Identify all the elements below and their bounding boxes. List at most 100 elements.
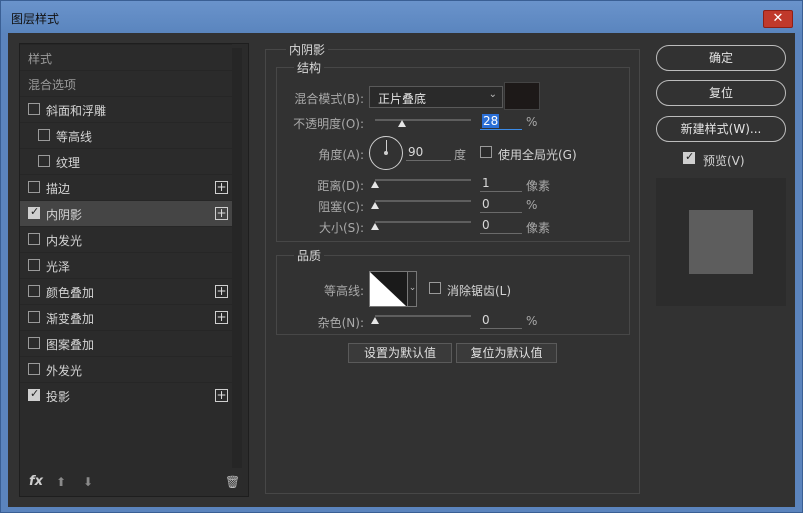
contour-preview (370, 272, 406, 306)
anti-alias-checkbox[interactable] (429, 282, 441, 294)
distance-unit: 像素 (526, 179, 551, 193)
style-item-checkbox[interactable] (28, 233, 40, 245)
blend-mode-value: 正片叠底 (378, 92, 427, 106)
title-bar[interactable]: 图层样式 ✕ (1, 1, 802, 33)
move-up-icon[interactable]: ⬆ (56, 475, 66, 489)
noise-slider[interactable] (375, 315, 471, 317)
opacity-label: 不透明度(O): (293, 117, 364, 131)
style-item[interactable]: 斜面和浮雕 (20, 96, 232, 122)
opacity-slider-thumb[interactable] (397, 120, 406, 127)
style-item[interactable]: 内阴影 + (20, 200, 232, 226)
size-label: 大小(S): (318, 221, 364, 235)
add-effect-icon[interactable]: + (215, 181, 228, 194)
fx-menu-button[interactable]: fx (29, 474, 43, 489)
contour-label: 等高线: (323, 284, 364, 298)
angle-label: 角度(A): (318, 148, 364, 162)
reset-button[interactable]: 复位 (656, 80, 786, 106)
choke-input[interactable]: 0 (480, 197, 522, 213)
layer-style-dialog: 图层样式 ✕ 样式混合选项斜面和浮雕等高线纹理描边 + 内阴影 + 内发光光泽颜色叠加 +… (0, 0, 803, 513)
style-item-checkbox[interactable] (38, 155, 50, 167)
dialog-body: 样式混合选项斜面和浮雕等高线纹理描边 + 内阴影 + 内发光光泽颜色叠加 + 渐变叠加 + 图案… (8, 33, 795, 507)
style-item-checkbox[interactable] (28, 387, 40, 401)
shadow-color-swatch[interactable] (504, 82, 540, 110)
opacity-slider[interactable] (375, 119, 471, 121)
style-item[interactable]: 样式 (20, 44, 232, 70)
choke-label: 阻塞(C): (318, 200, 364, 214)
style-item-label: 斜面和浮雕 (46, 104, 107, 118)
style-item-checkbox[interactable] (28, 285, 40, 297)
style-item[interactable]: 纹理 (20, 148, 232, 174)
style-item-checkbox[interactable] (28, 363, 40, 375)
style-item-label: 光泽 (46, 260, 71, 274)
blend-mode-select[interactable]: 正片叠底 ⌄ (369, 86, 503, 108)
style-item[interactable]: 混合选项 (20, 70, 232, 96)
size-slider-thumb[interactable] (371, 223, 379, 230)
distance-slider[interactable] (375, 179, 471, 181)
new-style-button[interactable]: 新建样式(W)... (656, 116, 786, 142)
noise-slider-thumb[interactable] (371, 317, 379, 324)
style-item[interactable]: 描边 + (20, 174, 232, 200)
distance-slider-thumb[interactable] (371, 181, 379, 188)
global-light-label: 使用全局光(G) (498, 148, 577, 162)
style-preview (656, 178, 786, 306)
angle-dial[interactable] (369, 136, 403, 170)
add-effect-icon[interactable]: + (215, 311, 228, 324)
style-item-checkbox[interactable] (28, 205, 40, 219)
noise-input[interactable]: 0 (480, 313, 522, 329)
style-item-checkbox[interactable] (38, 129, 50, 141)
chevron-down-icon: ⌄ (488, 89, 497, 100)
global-light-checkbox[interactable] (480, 146, 492, 158)
size-slider[interactable] (375, 221, 471, 223)
distance-label: 距离(D): (317, 179, 364, 193)
styles-list-panel: 样式混合选项斜面和浮雕等高线纹理描边 + 内阴影 + 内发光光泽颜色叠加 + 渐变叠加 + 图案… (19, 43, 249, 497)
style-item-checkbox[interactable] (28, 337, 40, 349)
close-button[interactable]: ✕ (763, 10, 793, 28)
style-item-checkbox[interactable] (28, 259, 40, 271)
style-item-label: 投影 (46, 390, 71, 404)
noise-unit: % (526, 314, 538, 328)
style-item-label: 图案叠加 (46, 338, 95, 352)
styles-scrollbar[interactable] (232, 48, 242, 468)
anti-alias-label: 消除锯齿(L) (447, 284, 512, 298)
style-item[interactable]: 颜色叠加 + (20, 278, 232, 304)
angle-input[interactable]: 90 (406, 145, 451, 161)
style-item-label: 内阴影 (46, 208, 83, 222)
choke-slider[interactable] (375, 200, 471, 202)
preview-checkbox[interactable] (683, 150, 695, 164)
style-item-label: 颜色叠加 (46, 286, 95, 300)
add-effect-icon[interactable]: + (215, 285, 228, 298)
style-item-checkbox[interactable] (28, 311, 40, 323)
style-item-label: 混合选项 (28, 78, 77, 92)
add-effect-icon[interactable]: + (215, 207, 228, 220)
contour-picker[interactable]: ⌄ (369, 271, 417, 307)
make-default-button[interactable]: 设置为默认值 (348, 343, 452, 363)
opacity-input[interactable]: 28 (480, 114, 522, 130)
size-input[interactable]: 0 (480, 218, 522, 234)
angle-unit: 度 (454, 148, 467, 162)
structure-title: 结构 (294, 59, 325, 76)
delete-effect-icon[interactable]: 🗑 (225, 475, 240, 489)
style-item-label: 内发光 (46, 234, 83, 248)
style-item-checkbox[interactable] (28, 103, 40, 115)
style-item[interactable]: 投影 + (20, 382, 232, 408)
style-item-checkbox[interactable] (28, 181, 40, 193)
style-item[interactable]: 等高线 (20, 122, 232, 148)
style-item-label: 渐变叠加 (46, 312, 95, 326)
style-item[interactable]: 图案叠加 (20, 330, 232, 356)
quality-title: 品质 (294, 247, 325, 264)
distance-input[interactable]: 1 (480, 176, 522, 192)
style-item[interactable]: 渐变叠加 + (20, 304, 232, 330)
style-item[interactable]: 外发光 (20, 356, 232, 382)
style-item-label: 样式 (28, 52, 53, 66)
ok-button[interactable]: 确定 (656, 45, 786, 71)
size-unit: 像素 (526, 221, 551, 235)
choke-slider-thumb[interactable] (371, 202, 379, 209)
style-item[interactable]: 内发光 (20, 226, 232, 252)
style-item-label: 描边 (46, 182, 71, 196)
inner-shadow-title: 内阴影 (286, 41, 329, 58)
reset-default-button[interactable]: 复位为默认值 (456, 343, 557, 363)
add-effect-icon[interactable]: + (215, 389, 228, 402)
move-down-icon[interactable]: ⬇ (83, 475, 93, 489)
chevron-down-icon[interactable]: ⌄ (407, 272, 416, 306)
style-item[interactable]: 光泽 (20, 252, 232, 278)
